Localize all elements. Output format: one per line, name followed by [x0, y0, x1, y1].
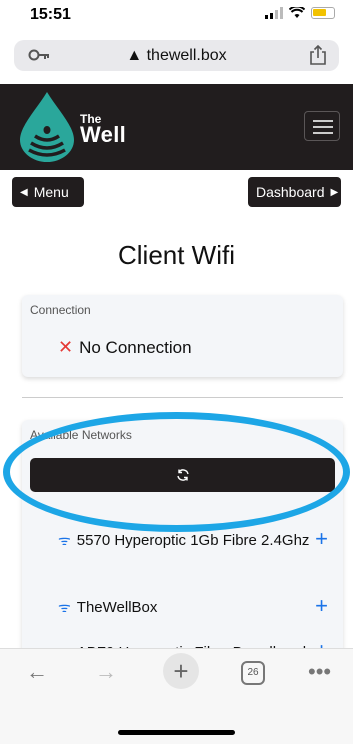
menu-button-label: Menu: [33, 184, 69, 200]
logo-drop-icon[interactable]: [16, 90, 78, 164]
url-text[interactable]: ▲ thewell.box: [14, 47, 339, 65]
logo-well: Well: [80, 122, 127, 147]
network-name: 5570 Hyperoptic 1Gb Fibre 2.4Ghz: [76, 532, 310, 549]
signal-icon: [265, 7, 283, 19]
highlight-annotation: [3, 412, 350, 532]
network-item[interactable]: ᯤ 5570 Hyperoptic 1Gb Fibre 2.4Ghz: [58, 528, 328, 553]
battery-icon: [311, 7, 335, 19]
connection-status: ✕ No Connection: [58, 337, 192, 358]
connection-card: Connection ✕ No Connection: [22, 295, 343, 377]
forward-arrow-icon[interactable]: →: [95, 659, 117, 685]
share-icon[interactable]: [309, 45, 327, 65]
triangle-left-icon: ◀: [20, 186, 28, 198]
add-network-button[interactable]: +: [315, 595, 328, 617]
add-network-button[interactable]: +: [315, 528, 328, 550]
divider: [22, 397, 343, 398]
status-icons: [265, 7, 335, 19]
status-bar: 15:51: [0, 0, 353, 32]
connection-card-label: Connection: [30, 303, 91, 317]
site-header: The Well: [0, 84, 353, 170]
hamburger-menu-button[interactable]: [304, 111, 340, 141]
home-indicator: [118, 730, 235, 735]
status-time: 15:51: [30, 6, 71, 23]
new-tab-button[interactable]: +: [163, 653, 199, 689]
more-options-icon[interactable]: •••: [308, 659, 331, 685]
dashboard-button-label: Dashboard: [256, 184, 325, 200]
network-item[interactable]: ᯤ TheWellBox: [58, 595, 328, 620]
wifi-icon: ᯤ: [58, 599, 71, 615]
address-bar[interactable]: ▲ thewell.box: [14, 40, 339, 71]
menu-button[interactable]: ◀ Menu: [12, 177, 84, 207]
back-arrow-icon[interactable]: ←: [26, 659, 48, 685]
network-name: TheWellBox: [76, 599, 158, 616]
wifi-icon: ᯤ: [58, 532, 71, 548]
dashboard-button[interactable]: Dashboard ▶: [248, 177, 341, 207]
tabs-count-button[interactable]: 26: [241, 661, 265, 685]
triangle-right-icon: ▶: [330, 186, 339, 198]
wifi-status-icon: [289, 7, 305, 18]
page-title: Client Wifi: [117, 240, 235, 270]
connection-status-text: No Connection: [79, 337, 192, 357]
cross-icon: ✕: [58, 337, 74, 357]
